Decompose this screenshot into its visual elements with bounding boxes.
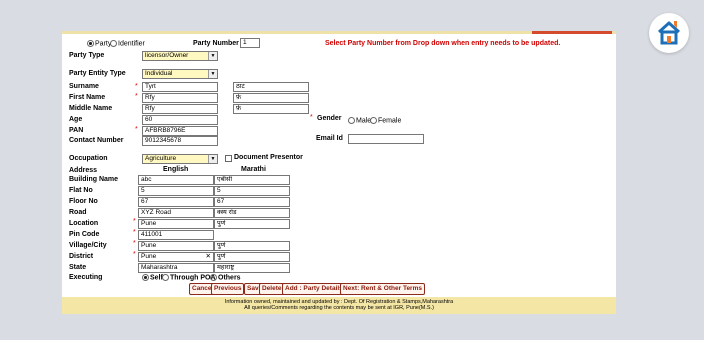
party-number-input[interactable]: 1	[240, 38, 260, 48]
road-label: Road	[69, 209, 87, 216]
building-name-en-input[interactable]: abc	[138, 175, 214, 185]
surname-label: Surname	[69, 83, 99, 90]
occupation-select[interactable]: Agriculture ▼	[142, 154, 218, 164]
location-en-input[interactable]: Pune	[138, 219, 214, 229]
floor-no-label: Floor No	[69, 198, 98, 205]
location-mr-input[interactable]: पुणे	[214, 219, 290, 229]
gender-female-radio[interactable]: Female	[370, 117, 401, 125]
party-type-label: Party Type	[69, 52, 105, 59]
email-label: Email Id	[316, 135, 343, 142]
address-heading: Address	[69, 167, 98, 174]
party-number-label: Party Number	[193, 40, 239, 47]
surname-mr-input[interactable]: ठाट	[233, 82, 309, 92]
document-presentor-checkbox[interactable]	[225, 155, 232, 162]
state-label: State	[69, 264, 87, 271]
flat-no-label: Flat No	[69, 187, 93, 194]
entity-type-select[interactable]: Individual ▼	[142, 69, 218, 79]
flat-no-en-input[interactable]: 5	[138, 186, 214, 196]
entity-type-label: Party Entity Type	[69, 70, 126, 77]
contact-input[interactable]: 9012345678	[142, 136, 218, 146]
building-name-label: Building Name	[69, 176, 119, 183]
village-city-mr-input[interactable]: पुणे	[214, 241, 290, 251]
party-number-hint: Select Party Number from Drop down when …	[325, 40, 561, 47]
address-col-marathi: Marathi	[241, 166, 266, 173]
state-en-input[interactable]: Maharashtra	[138, 263, 214, 273]
middle-name-en-input[interactable]: Rfy	[142, 104, 218, 114]
app-logo	[649, 13, 689, 53]
previous-button[interactable]: Previous	[211, 283, 245, 295]
first-name-en-input[interactable]: Rfy	[142, 93, 218, 103]
floor-no-en-input[interactable]: 67	[138, 197, 214, 207]
footer-line-2: All queries/Comments regarding the conte…	[244, 305, 434, 311]
executing-label: Executing	[69, 274, 103, 281]
pin-code-label: Pin Code	[69, 231, 100, 238]
required-mark: *	[135, 126, 138, 133]
middle-name-mr-input[interactable]: र्फ़	[233, 104, 309, 114]
required-mark: *	[133, 251, 136, 258]
road-en-input[interactable]: XYZ Road	[138, 208, 214, 218]
required-mark: *	[133, 229, 136, 236]
occupation-label: Occupation	[69, 155, 108, 162]
executing-self-radio[interactable]: Self	[142, 274, 163, 282]
age-label: Age	[69, 116, 83, 123]
flat-no-mr-input[interactable]: 5	[214, 186, 290, 196]
required-mark: *	[135, 93, 138, 100]
address-col-english: English	[163, 166, 189, 173]
surname-en-input[interactable]: Tyrt	[142, 82, 218, 92]
clear-icon[interactable]: ✕	[206, 253, 211, 261]
house-logo-icon	[657, 21, 681, 45]
district-label: District	[69, 253, 94, 260]
gender-label: Gender	[317, 115, 342, 122]
first-name-label: First Name	[69, 94, 106, 101]
party-type-select[interactable]: licensor/Owner ▼	[142, 51, 218, 61]
required-mark: *	[310, 114, 313, 121]
gender-male-radio[interactable]: Male	[348, 117, 371, 125]
required-mark: *	[135, 83, 138, 90]
delete-button[interactable]: Delete	[259, 283, 285, 295]
executing-poa-radio[interactable]: Through POA	[162, 274, 216, 282]
village-city-en-input[interactable]: Pune	[138, 241, 214, 251]
required-mark: *	[133, 240, 136, 247]
first-name-mr-input[interactable]: र्फ़	[233, 93, 309, 103]
middle-name-label: Middle Name	[69, 105, 113, 112]
document-presentor-label: Document Presentor	[234, 154, 303, 161]
village-city-label: Village/City	[69, 242, 107, 249]
pin-code-input[interactable]: 411001	[138, 230, 214, 240]
footer: Information owned, maintained and update…	[62, 297, 616, 314]
road-mr-input[interactable]: क्स्य रोड	[214, 208, 290, 218]
age-input[interactable]: 60	[142, 115, 218, 125]
district-mr-input[interactable]: पुणे	[214, 252, 290, 262]
pan-label: PAN	[69, 127, 84, 134]
party-radio[interactable]: Party	[87, 40, 111, 48]
party-details-form: Party Identifier Party Number 1 Select P…	[62, 31, 616, 314]
add-party-details-button[interactable]: Add : Party Details	[282, 283, 346, 295]
chevron-down-icon: ▼	[208, 52, 217, 60]
required-mark: *	[133, 218, 136, 225]
contact-label: Contact Number	[69, 137, 124, 144]
location-label: Location	[69, 220, 99, 227]
pan-input[interactable]: AFBRB8796E	[142, 126, 218, 136]
chevron-down-icon: ▼	[208, 155, 217, 163]
next-rent-terms-button[interactable]: Next: Rent & Other Terms	[340, 283, 425, 295]
chevron-down-icon: ▼	[208, 70, 217, 78]
identifier-radio[interactable]: Identifier	[110, 40, 145, 48]
top-strip	[62, 31, 616, 34]
email-input[interactable]	[348, 134, 424, 144]
executing-others-radio[interactable]: Others	[210, 274, 241, 282]
building-name-mr-input[interactable]: एबीसी	[214, 175, 290, 185]
state-mr-input[interactable]: महाराष्ट्र	[214, 263, 290, 273]
floor-no-mr-input[interactable]: 67	[214, 197, 290, 207]
district-en-input[interactable]: Pune ✕	[138, 252, 214, 262]
